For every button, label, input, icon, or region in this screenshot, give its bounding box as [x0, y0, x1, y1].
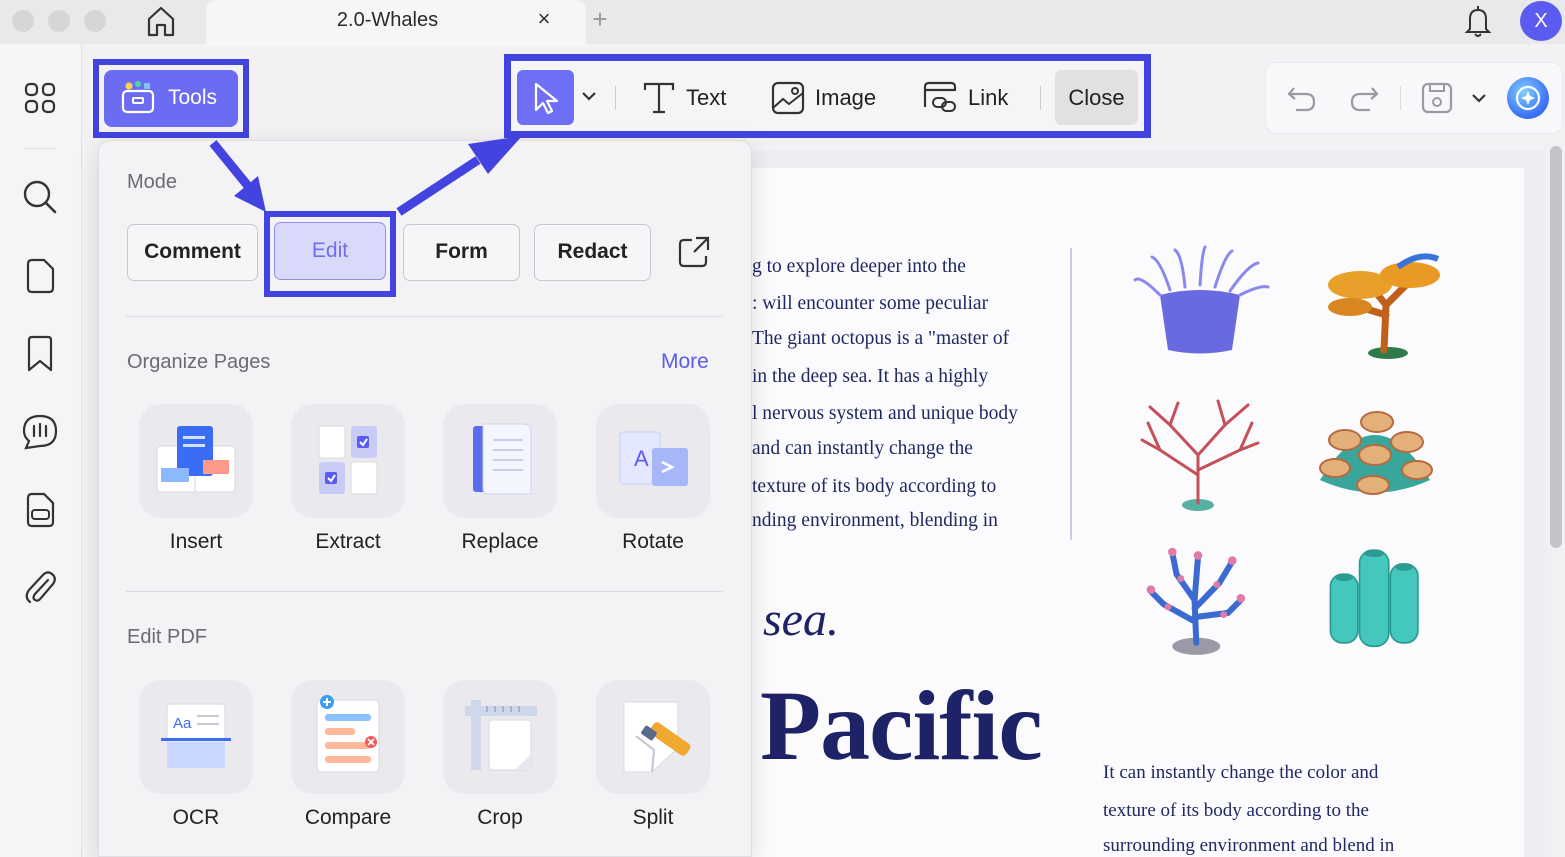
- red-fan-coral-image: [1140, 399, 1260, 511]
- teal-tube-coral-image: [1329, 549, 1419, 648]
- replace-tile[interactable]: [443, 404, 557, 518]
- compare-tile[interactable]: [291, 680, 405, 794]
- panel-divider: [126, 591, 723, 592]
- text-tool-icon[interactable]: [642, 81, 676, 115]
- save-options-chevron-down-icon[interactable]: [1470, 88, 1488, 108]
- split-label[interactable]: Split: [578, 806, 728, 830]
- document-text-line: and can instantly change the: [752, 438, 973, 459]
- sea-anemone-image: [1133, 245, 1270, 354]
- tools-button[interactable]: Tools: [104, 70, 238, 127]
- select-tool-chevron-down-icon[interactable]: [580, 86, 598, 106]
- mode-section-title: Mode: [127, 171, 178, 193]
- ai-assistant-icon[interactable]: [1507, 77, 1549, 119]
- new-tab-icon[interactable]: +: [588, 6, 612, 32]
- document-caption-line: surrounding environment and blend in: [1103, 835, 1395, 856]
- redo-icon[interactable]: [1348, 82, 1380, 114]
- ocr-icon: Aa: [161, 703, 231, 768]
- split-tile[interactable]: [596, 680, 710, 794]
- document-caption-line: texture of its body according to the: [1103, 800, 1369, 821]
- home-icon[interactable]: [143, 3, 179, 39]
- grid-icon[interactable]: [20, 78, 60, 118]
- document-text-line: in the deep sea. It has a highly: [752, 366, 989, 387]
- sidebar-divider: [24, 148, 56, 149]
- undo-icon[interactable]: [1286, 82, 1318, 114]
- image-tool-icon[interactable]: [771, 81, 805, 115]
- window-zoom-light[interactable]: [84, 10, 106, 32]
- document-caption-line: It can instantly change the color and: [1103, 762, 1379, 783]
- cup-coral-image: [1319, 411, 1433, 495]
- tools-button-label: Tools: [168, 86, 218, 109]
- window-close-light[interactable]: [12, 10, 34, 32]
- panel-divider: [126, 316, 723, 317]
- notification-bell-icon[interactable]: [1461, 3, 1495, 39]
- cursor-arrow-icon: [534, 82, 559, 115]
- crop-icon: [465, 700, 537, 771]
- document-text-line: The giant octopus is a "master of: [752, 328, 1010, 349]
- toolbar-divider: [615, 86, 616, 110]
- toolbox-icon: [121, 81, 155, 114]
- orange-coral-image: [1328, 253, 1440, 359]
- close-edit-button[interactable]: Close: [1055, 70, 1138, 125]
- insert-label[interactable]: Insert: [121, 530, 271, 554]
- insert-pages-icon: [156, 426, 236, 493]
- document-scrollbar-thumb[interactable]: [1550, 146, 1562, 548]
- redact-mode-button[interactable]: Redact: [534, 224, 651, 281]
- open-external-icon[interactable]: [676, 234, 712, 270]
- insert-tile[interactable]: [139, 404, 253, 518]
- link-tool-icon[interactable]: [921, 81, 959, 115]
- toolbar-divider: [1040, 86, 1041, 110]
- blue-pink-coral-image: [1146, 547, 1246, 655]
- organize-pages-section-title: Organize Pages: [127, 351, 271, 373]
- comment-mode-button[interactable]: Comment: [127, 224, 258, 281]
- tab-title: 2.0-Whales: [336, 9, 439, 31]
- link-tool-label[interactable]: Link: [968, 85, 1008, 111]
- window-minimize-light[interactable]: [48, 10, 70, 32]
- svg-text:Aa: Aa: [173, 715, 192, 732]
- ocr-tile[interactable]: Aa: [139, 680, 253, 794]
- extract-tile[interactable]: [291, 404, 405, 518]
- save-icon[interactable]: [1420, 81, 1454, 115]
- replace-pages-icon: [473, 423, 532, 495]
- image-tool-label[interactable]: Image: [815, 85, 876, 111]
- document-text-line: l nervous system and unique body: [752, 403, 1018, 424]
- user-avatar[interactable]: X: [1520, 1, 1562, 41]
- edit-mode-button[interactable]: Edit: [274, 222, 386, 280]
- more-link[interactable]: More: [661, 350, 709, 374]
- document-text-line: nding environment, blending in: [752, 510, 998, 531]
- search-icon[interactable]: [20, 177, 60, 217]
- compare-label[interactable]: Compare: [273, 806, 423, 830]
- crop-label[interactable]: Crop: [425, 806, 575, 830]
- right-toolbar-divider: [1400, 86, 1401, 110]
- compare-icon: [316, 695, 380, 773]
- form-mode-button[interactable]: Form: [403, 224, 520, 281]
- page-thumbnail-icon[interactable]: [20, 256, 60, 296]
- rotate-label[interactable]: Rotate: [578, 530, 728, 554]
- split-icon: [623, 701, 691, 773]
- document-sea-heading: sea.: [763, 593, 839, 646]
- crop-tile[interactable]: [443, 680, 557, 794]
- extract-pages-icon: [318, 425, 378, 495]
- ocr-label[interactable]: OCR: [121, 806, 271, 830]
- tab-close-icon[interactable]: ×: [533, 8, 555, 30]
- replace-label[interactable]: Replace: [425, 530, 575, 554]
- rotate-pages-icon: A: [619, 431, 688, 486]
- comment-icon[interactable]: [20, 412, 60, 452]
- bookmark-icon[interactable]: [20, 334, 60, 374]
- edit-pdf-section-title: Edit PDF: [127, 626, 208, 648]
- rotate-tile[interactable]: A: [596, 404, 710, 518]
- text-tool-label[interactable]: Text: [686, 85, 726, 111]
- svg-text:A: A: [634, 446, 649, 471]
- document-text-line: : will encounter some peculiar: [752, 293, 989, 314]
- document-column-rule: [1070, 248, 1072, 540]
- select-tool-button[interactable]: [517, 70, 574, 125]
- extract-label[interactable]: Extract: [273, 530, 423, 554]
- document-pacific-heading: Pacific: [760, 670, 1043, 781]
- document-text-line: g to explore deeper into the: [752, 256, 966, 277]
- document-text-line: texture of its body according to: [752, 476, 997, 497]
- form-document-icon[interactable]: [20, 490, 60, 530]
- attachment-icon[interactable]: [20, 568, 60, 608]
